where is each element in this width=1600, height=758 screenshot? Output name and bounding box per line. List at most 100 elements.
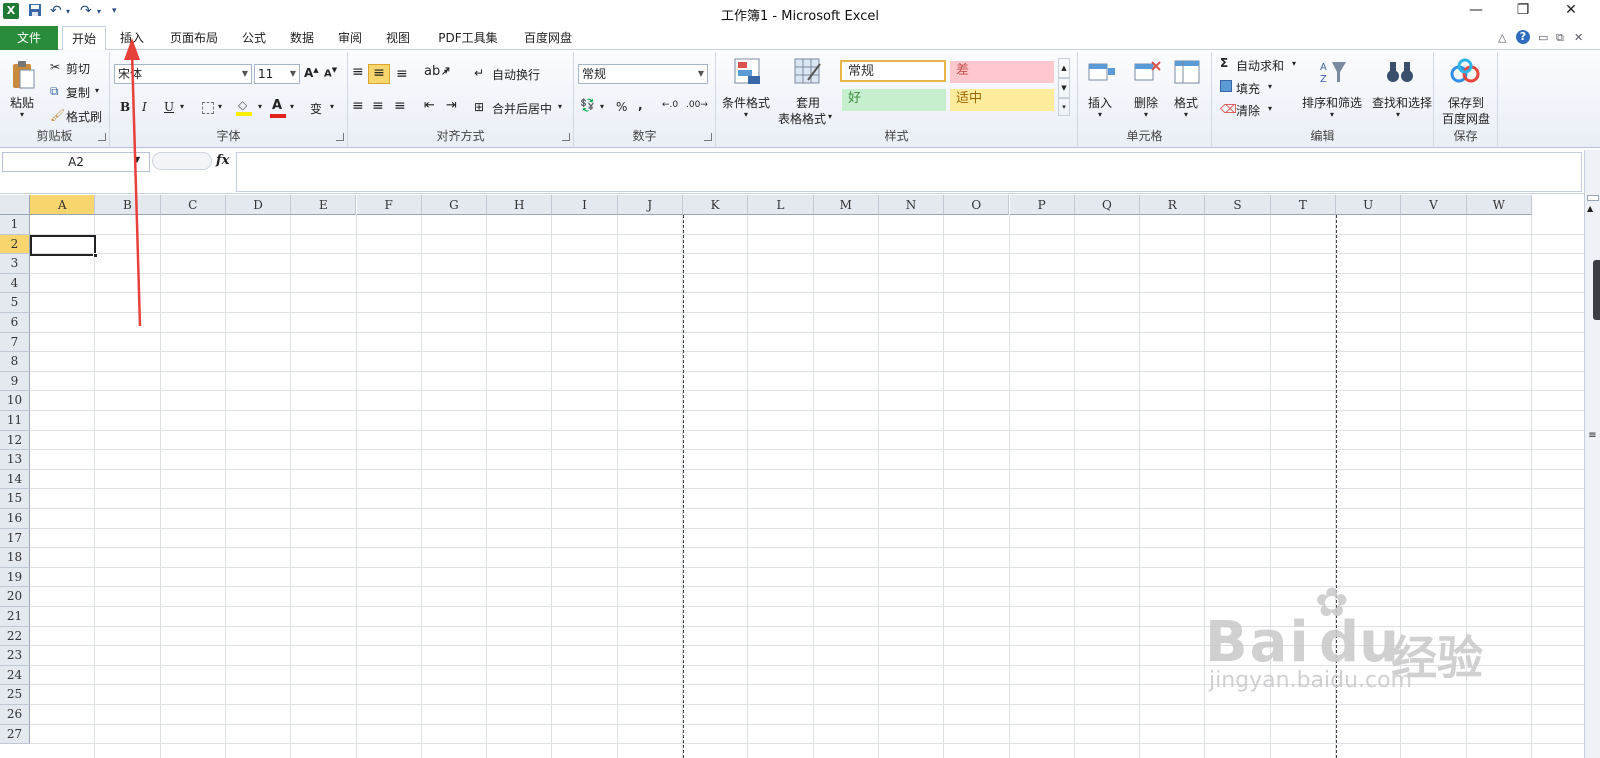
minimize-ribbon-icon[interactable]: △ bbox=[1498, 31, 1506, 44]
styles-more-icon[interactable]: ▾ bbox=[1058, 98, 1070, 116]
cut-button[interactable]: 剪切 bbox=[66, 60, 90, 77]
font-launcher-icon[interactable] bbox=[336, 133, 344, 141]
column-header-d[interactable]: D bbox=[225, 195, 292, 215]
phonetic-button[interactable]: 变 bbox=[310, 100, 322, 117]
side-drawer-handle[interactable] bbox=[1593, 260, 1600, 320]
clear-button[interactable]: 清除 bbox=[1236, 102, 1260, 119]
formula-input[interactable] bbox=[236, 152, 1582, 192]
underline-button[interactable]: U bbox=[164, 100, 174, 114]
fill-dropdown-icon[interactable]: ▾ bbox=[1268, 82, 1272, 91]
column-header-h[interactable]: H bbox=[487, 195, 553, 215]
tab-home[interactable]: 开始 bbox=[62, 26, 106, 51]
styles-scroll-up-icon[interactable]: ▲ bbox=[1058, 58, 1070, 78]
row-header-11[interactable]: 11 bbox=[0, 411, 30, 431]
vertical-scrollbar[interactable]: ▲ ≡ bbox=[1584, 150, 1600, 758]
row-header-23[interactable]: 23 bbox=[0, 646, 30, 666]
row-header-10[interactable]: 10 bbox=[0, 391, 30, 411]
clipboard-launcher-icon[interactable] bbox=[98, 133, 106, 141]
align-left-icon[interactable]: ≡ bbox=[352, 98, 364, 114]
style-bad[interactable]: 差 bbox=[950, 61, 1054, 83]
copy-dropdown-icon[interactable]: ▾ bbox=[95, 86, 99, 95]
column-header-q[interactable]: Q bbox=[1074, 195, 1141, 215]
tab-file[interactable]: 文件 bbox=[0, 26, 58, 50]
save-to-netdisk-line2[interactable]: 百度网盘 bbox=[1442, 110, 1490, 127]
clear-dropdown-icon[interactable]: ▾ bbox=[1268, 104, 1272, 113]
find-select-dropdown-icon[interactable]: ▾ bbox=[1396, 110, 1400, 119]
grow-font-button[interactable]: A▲ bbox=[304, 66, 319, 80]
column-header-b[interactable]: B bbox=[95, 195, 161, 215]
align-center-icon[interactable]: ≡ bbox=[372, 98, 384, 114]
column-header-w[interactable]: W bbox=[1466, 195, 1532, 215]
fill-handle[interactable] bbox=[93, 253, 98, 258]
column-header-e[interactable]: E bbox=[291, 195, 357, 215]
insert-cells-dropdown-icon[interactable]: ▾ bbox=[1098, 110, 1102, 119]
bold-button[interactable]: B bbox=[120, 100, 130, 114]
number-format-select[interactable]: 常规 ▼ bbox=[578, 64, 708, 84]
tab-data[interactable]: 数据 bbox=[282, 26, 322, 50]
sort-filter-button[interactable]: 排序和筛选 bbox=[1302, 94, 1362, 111]
paste-button[interactable]: 粘贴 bbox=[10, 94, 34, 111]
tab-baidu-netdisk[interactable]: 百度网盘 bbox=[516, 26, 580, 50]
row-header-24[interactable]: 24 bbox=[0, 665, 30, 686]
font-size-select[interactable]: 11 ▼ bbox=[254, 64, 300, 84]
column-header-m[interactable]: M bbox=[813, 195, 879, 215]
row-header-5[interactable]: 5 bbox=[0, 293, 30, 313]
styles-scroll-down-icon[interactable]: ▼ bbox=[1058, 78, 1070, 98]
tab-page-layout[interactable]: 页面布局 bbox=[162, 26, 226, 50]
insert-cells-button[interactable]: 插入 bbox=[1088, 94, 1112, 111]
decrease-decimal-icon[interactable]: .00→ bbox=[686, 100, 708, 110]
minimize-button[interactable]: — bbox=[1458, 2, 1494, 26]
delete-cells-dropdown-icon[interactable]: ▾ bbox=[1144, 110, 1148, 119]
font-color-icon[interactable]: A bbox=[270, 98, 286, 118]
row-header-1[interactable]: 1 bbox=[0, 215, 30, 235]
merge-dropdown-icon[interactable]: ▾ bbox=[558, 102, 562, 111]
row-header-4[interactable]: 4 bbox=[0, 273, 30, 294]
autosum-dropdown-icon[interactable]: ▾ bbox=[1292, 59, 1296, 68]
currency-dropdown-icon[interactable]: ▾ bbox=[600, 102, 604, 111]
table-format-label-2[interactable]: 表格格式 bbox=[778, 110, 826, 127]
align-right-icon[interactable]: ≡ bbox=[394, 98, 406, 114]
tab-view[interactable]: 视图 bbox=[378, 26, 418, 50]
column-header-s[interactable]: S bbox=[1205, 195, 1271, 215]
align-top-icon[interactable]: ≡ bbox=[352, 64, 364, 80]
column-header-n[interactable]: N bbox=[878, 195, 945, 215]
name-box[interactable]: A2 bbox=[2, 152, 150, 172]
fill-color-dropdown-icon[interactable]: ▾ bbox=[258, 102, 262, 111]
split-box-icon[interactable] bbox=[1587, 195, 1599, 201]
row-header-26[interactable]: 26 bbox=[0, 705, 30, 725]
font-color-dropdown-icon[interactable]: ▾ bbox=[290, 102, 294, 111]
column-header-c[interactable]: C bbox=[160, 195, 226, 215]
column-header-j[interactable]: J bbox=[617, 195, 683, 215]
restore-button[interactable]: ❐ bbox=[1505, 2, 1541, 26]
row-header-13[interactable]: 13 bbox=[0, 450, 30, 470]
column-header-u[interactable]: U bbox=[1336, 195, 1402, 215]
conditional-format-button[interactable]: 条件格式 bbox=[722, 94, 770, 111]
row-header-20[interactable]: 20 bbox=[0, 587, 30, 607]
tab-insert[interactable]: 插入 bbox=[110, 26, 154, 50]
row-header-15[interactable]: 15 bbox=[0, 489, 30, 509]
fill-button[interactable]: 填充 bbox=[1236, 80, 1260, 97]
italic-button[interactable]: I bbox=[142, 100, 147, 114]
column-header-g[interactable]: G bbox=[421, 195, 488, 215]
border-icon[interactable] bbox=[202, 102, 214, 114]
workbook-close-icon[interactable]: ✕ bbox=[1574, 31, 1583, 44]
column-header-o[interactable]: O bbox=[944, 195, 1010, 215]
help-icon[interactable]: ? bbox=[1516, 30, 1530, 44]
column-header-i[interactable]: I bbox=[552, 195, 618, 215]
select-all-corner[interactable] bbox=[0, 195, 30, 215]
row-header-17[interactable]: 17 bbox=[0, 528, 30, 549]
workbook-restore-icon[interactable]: ⧉ bbox=[1556, 31, 1564, 45]
paste-dropdown-icon[interactable]: ▾ bbox=[20, 110, 24, 119]
comma-button[interactable]: , bbox=[638, 98, 643, 112]
row-header-8[interactable]: 8 bbox=[0, 352, 30, 372]
column-header-t[interactable]: T bbox=[1270, 195, 1336, 215]
row-header-25[interactable]: 25 bbox=[0, 685, 30, 705]
close-button[interactable]: ✕ bbox=[1553, 2, 1589, 26]
row-header-7[interactable]: 7 bbox=[0, 332, 30, 353]
row-header-22[interactable]: 22 bbox=[0, 626, 30, 647]
style-good[interactable]: 好 bbox=[842, 89, 946, 111]
alignment-launcher-icon[interactable] bbox=[562, 133, 570, 141]
insert-function-icon[interactable]: fx bbox=[216, 153, 229, 168]
fill-color-icon[interactable]: ◇ bbox=[236, 98, 252, 116]
row-header-16[interactable]: 16 bbox=[0, 509, 30, 529]
